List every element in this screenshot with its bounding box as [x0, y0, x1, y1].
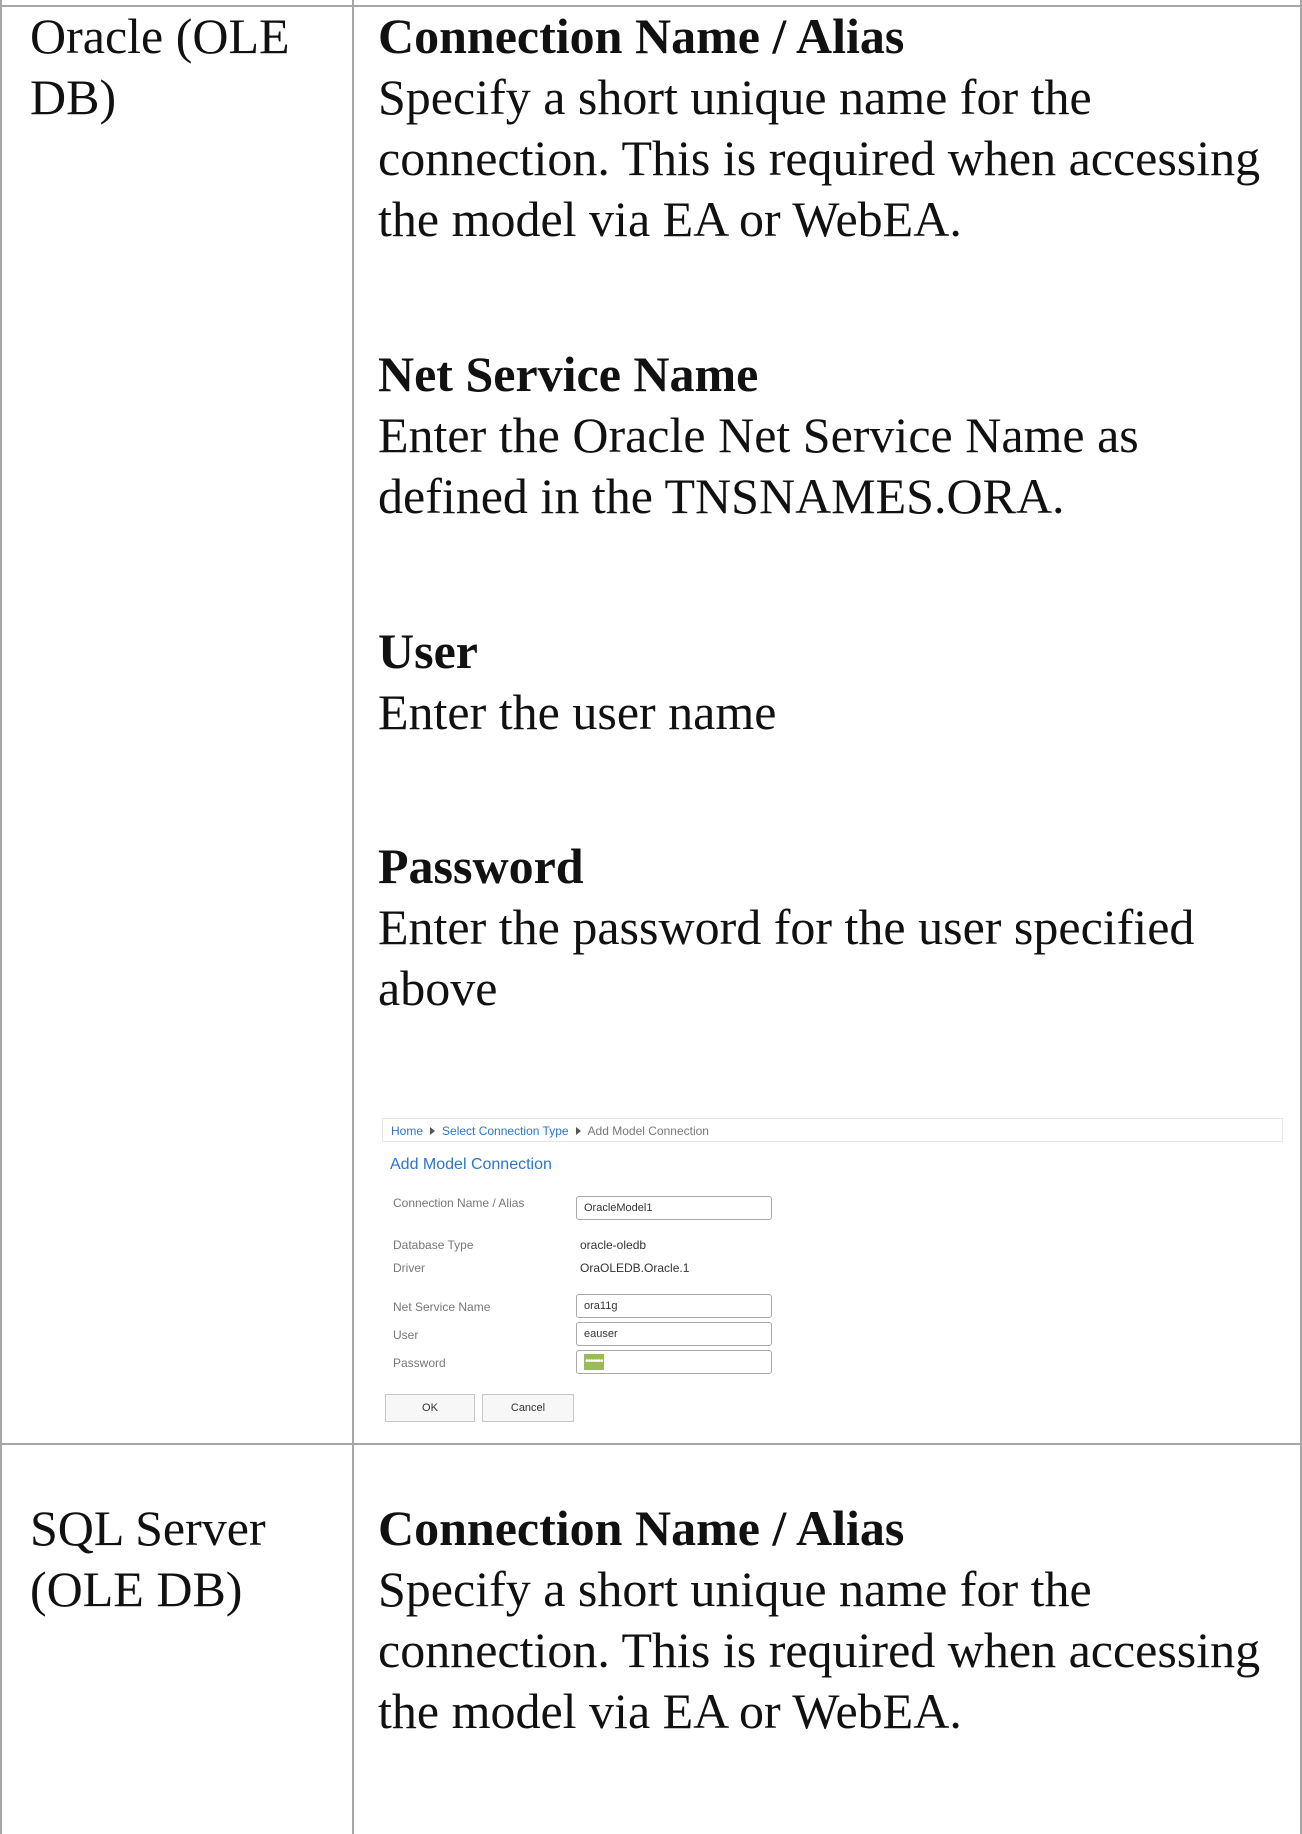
user-input[interactable]: eauser — [576, 1322, 772, 1346]
field-description: Enter the user name — [378, 684, 777, 740]
field-description: Enter the Oracle Net Service Name as def… — [378, 407, 1139, 524]
document-table: Oracle (OLE DB) Connection Name / Alias … — [0, 0, 1302, 1834]
database-type-value: oracle-oledb — [580, 1238, 647, 1252]
field-description: Specify a short unique name for the conn… — [378, 69, 1261, 247]
cancel-button[interactable]: Cancel — [482, 1394, 574, 1422]
column-divider — [352, 0, 354, 1834]
form-heading: Add Model Connection — [390, 1156, 552, 1173]
ok-button[interactable]: OK — [385, 1394, 475, 1422]
connection-name-input[interactable]: OracleModel1 — [576, 1196, 772, 1220]
field-title: Connection Name / Alias — [378, 8, 905, 64]
row-label-sql-server: SQL Server (OLE DB) — [30, 1500, 266, 1617]
table-border-left — [0, 0, 2, 1834]
password-input[interactable]: ••••••• — [576, 1350, 772, 1374]
row-label-oracle: Oracle (OLE DB) — [30, 8, 290, 125]
breadcrumb-select-connection-type-link[interactable]: Select Connection Type — [442, 1124, 569, 1138]
add-model-connection-screenshot: Home Select Connection Type Add Model Conn… — [380, 1118, 1285, 1428]
field-password: Password Enter the password for the user… — [378, 836, 1278, 1019]
user-label: User — [393, 1328, 419, 1342]
chevron-right-icon — [430, 1127, 436, 1136]
breadcrumb-home-link[interactable]: Home — [391, 1124, 423, 1138]
field-title: Connection Name / Alias — [378, 1500, 905, 1556]
breadcrumb-current: Add Model Connection — [587, 1124, 709, 1138]
field-connection-name: Connection Name / Alias Specify a short … — [378, 6, 1278, 250]
net-service-name-label: Net Service Name — [393, 1300, 491, 1314]
field-connection-name: Connection Name / Alias Specify a short … — [378, 1498, 1278, 1742]
field-title: Password — [378, 838, 584, 894]
password-mask: ••••••• — [584, 1354, 604, 1371]
field-description: Specify a short unique name for the conn… — [378, 1561, 1261, 1739]
chevron-right-icon — [575, 1127, 581, 1136]
row-divider — [0, 1443, 1302, 1445]
database-type-label: Database Type — [393, 1238, 474, 1252]
connection-name-label: Connection Name / Alias — [393, 1196, 525, 1210]
password-label: Password — [393, 1356, 446, 1370]
driver-value: OraOLEDB.Oracle.1 — [580, 1261, 690, 1275]
field-net-service-name: Net Service Name Enter the Oracle Net Se… — [378, 344, 1278, 527]
breadcrumb: Home Select Connection Type Add Model Conn… — [382, 1118, 1283, 1142]
field-title: User — [378, 623, 478, 679]
field-description: Enter the password for the user specifie… — [378, 899, 1195, 1016]
field-user: User Enter the user name — [378, 621, 1278, 743]
field-title: Net Service Name — [378, 346, 759, 402]
driver-label: Driver — [393, 1261, 425, 1275]
net-service-name-input[interactable]: ora11g — [576, 1294, 772, 1318]
